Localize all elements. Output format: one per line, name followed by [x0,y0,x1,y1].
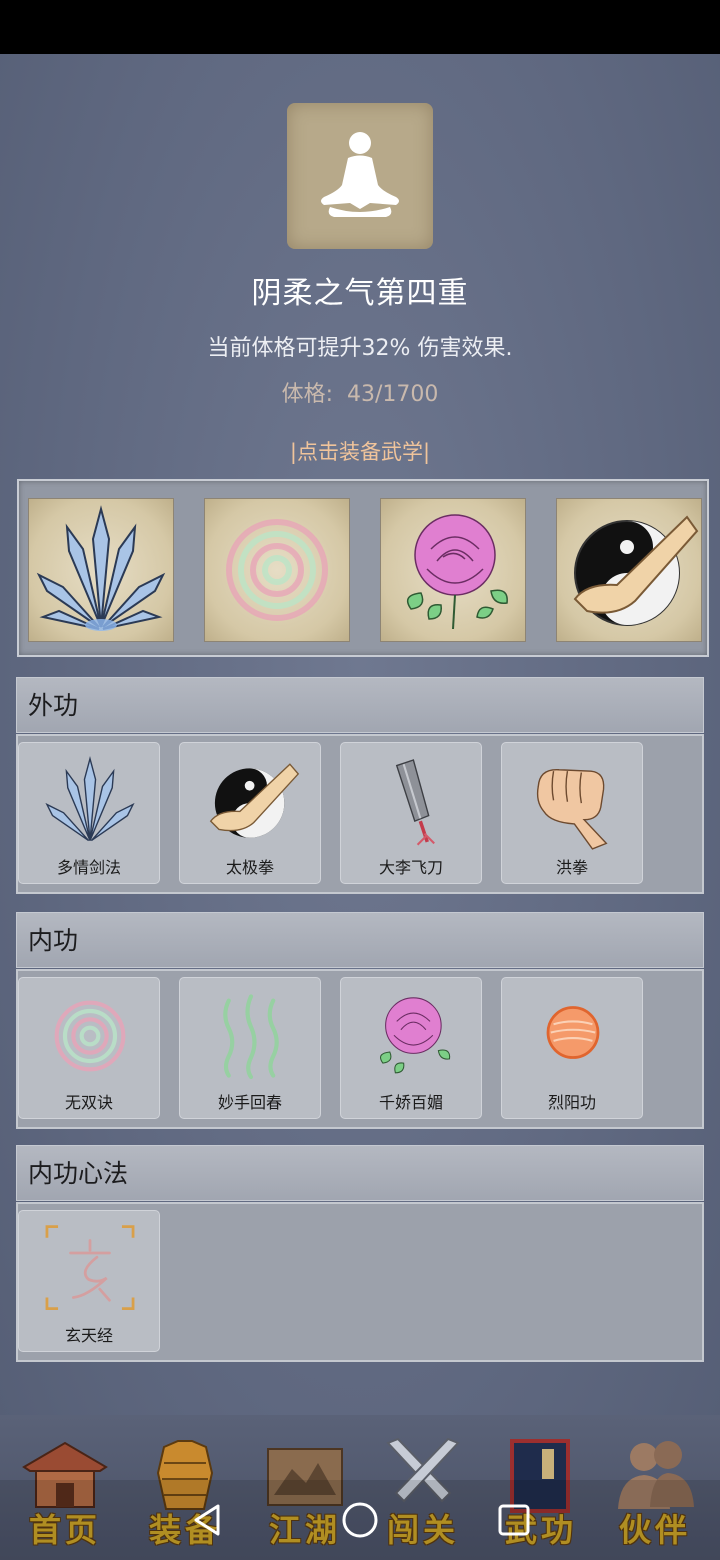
skill-card-xuantian[interactable]: 玄天经 [18,1210,160,1352]
skill-name: 千娇百媚 [378,1093,443,1112]
meditation-icon [321,132,399,217]
stat-label: 体格: [281,382,333,407]
equipped-slot-3[interactable] [380,498,526,642]
spiral-icon [226,519,328,621]
meditation-avatar [287,103,433,249]
equipped-slot-1[interactable] [28,498,174,642]
healing-waves-icon [223,994,279,1080]
realm-title: 阴柔之气第四重 [251,276,469,311]
skill-card-taiji[interactable]: 太极拳 [179,742,321,884]
outer-skills-section: 外功 多情剑法 太极拳 大李飞刀 洪拳 [16,677,704,894]
fist-icon [536,769,608,850]
equipped-slot-4[interactable] [556,498,702,642]
inner-skills-header: 内功 [16,912,704,968]
skill-card-flying-knife[interactable]: 大李飞刀 [340,742,482,884]
recents-icon[interactable] [494,1500,534,1540]
mind-method-header: 内功心法 [16,1145,704,1201]
skill-name: 大李飞刀 [378,858,443,877]
realm-description: 当前体格可提升32% 伤害效果. [207,336,513,361]
skill-name: 烈阳功 [547,1093,596,1112]
spiral-icon [54,1000,126,1072]
sun-orb-icon [546,1006,600,1059]
outer-skills-header: 外功 [16,677,704,733]
skill-card-qianjiao[interactable]: 千娇百媚 [340,977,482,1119]
inner-skills-list: 无双诀 妙手回春 千娇百媚 烈阳功 [16,969,704,1129]
constitution-stat: 体格: 43/1700 [0,376,720,408]
taiji-fist-icon [573,515,699,626]
mind-method-list: 玄天经 [16,1202,704,1362]
sword-fan-icon [45,755,135,842]
inner-skills-section: 内功 无双诀 妙手回春 千娇百媚 烈阳功 [16,912,704,1129]
rose-icon [406,514,508,630]
xuan-seal-icon [45,1225,135,1310]
mind-method-section: 内功心法 玄天经 [16,1145,704,1362]
skill-name: 玄天经 [64,1326,113,1345]
equip-martial-arts-link[interactable]: |点击装备武学| [0,436,720,466]
home-circle-icon[interactable] [340,1500,380,1540]
rose-icon [380,997,451,1074]
skill-name: 太极拳 [225,858,274,877]
back-icon[interactable] [188,1500,228,1540]
skill-name: 洪拳 [555,858,588,877]
stat-value: 43/1700 [347,382,439,407]
equipped-slot-2[interactable] [204,498,350,642]
skill-name: 无双诀 [64,1093,113,1112]
taiji-fist-icon [209,763,300,838]
flying-knife-icon [395,759,435,846]
equipped-skills-row [17,479,709,657]
skill-name: 多情剑法 [56,858,121,877]
skill-name: 妙手回春 [217,1093,282,1112]
skill-card-duoqing[interactable]: 多情剑法 [18,742,160,884]
skill-card-hong-fist[interactable]: 洪拳 [501,742,643,884]
sword-fan-icon [36,505,166,631]
outer-skills-list: 多情剑法 太极拳 大李飞刀 洪拳 [16,734,704,894]
skill-card-lieyang[interactable]: 烈阳功 [501,977,643,1119]
skill-card-wushuang[interactable]: 无双诀 [18,977,160,1119]
system-nav-bar [0,1480,720,1560]
skill-card-miaoshou[interactable]: 妙手回春 [179,977,321,1119]
status-bar [0,0,720,54]
